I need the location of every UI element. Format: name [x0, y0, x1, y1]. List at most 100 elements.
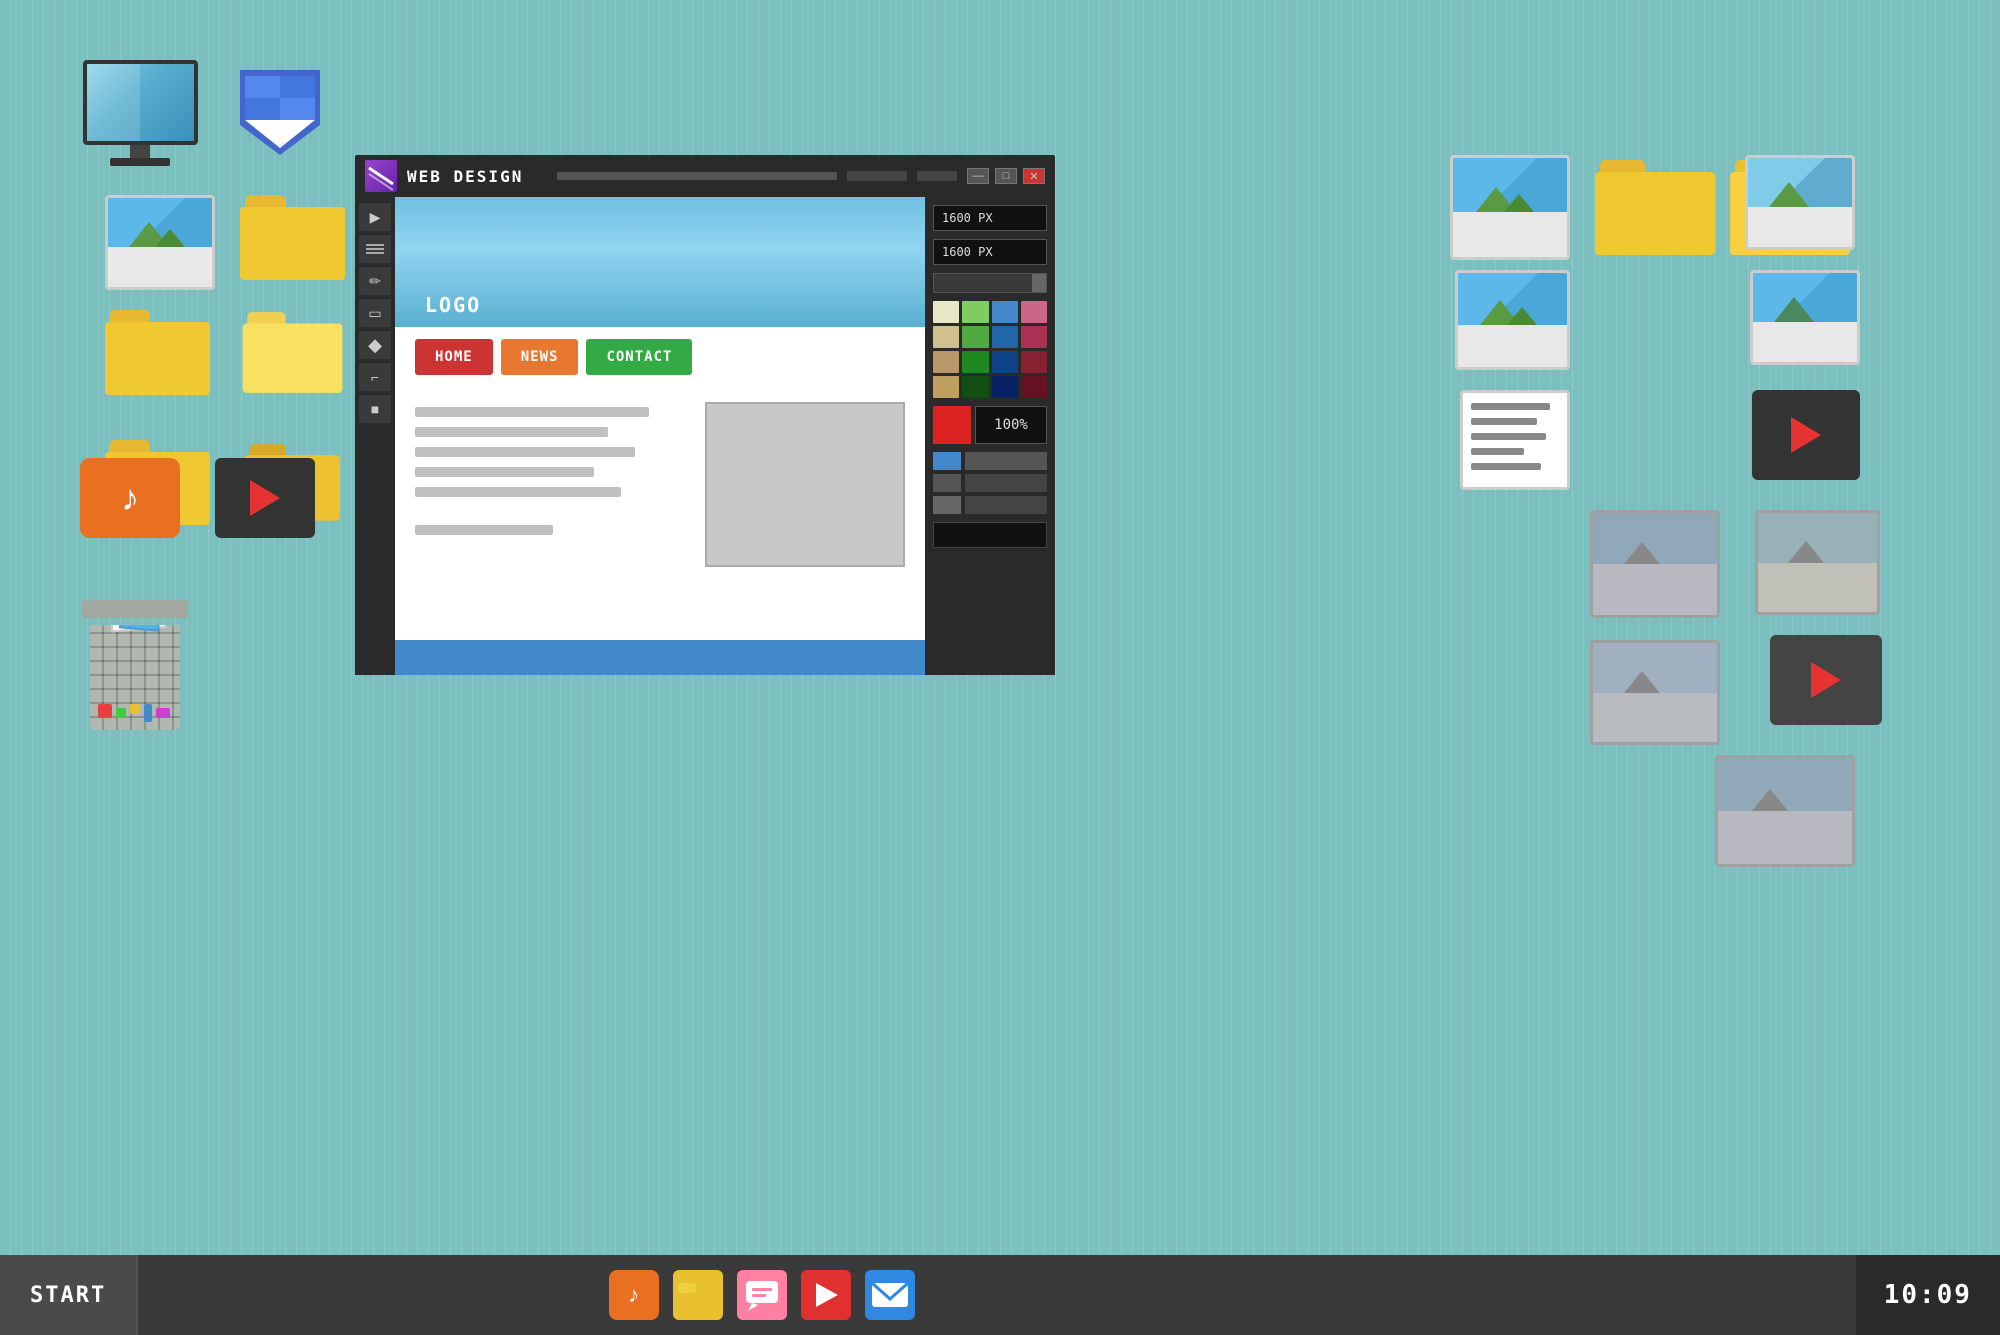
window-right-panel: 1600 PX 1600 PX	[925, 197, 1055, 675]
color-swatch-8[interactable]	[1021, 326, 1047, 348]
color-swatch-10[interactable]	[962, 351, 988, 373]
close-button[interactable]: ✕	[1023, 168, 1045, 184]
document-desktop-icon-r1[interactable]	[1460, 390, 1570, 490]
shield-desktop-icon[interactable]	[230, 55, 340, 165]
color-swatch-14[interactable]	[962, 376, 988, 398]
zoom-field[interactable]: 100%	[975, 406, 1047, 444]
layer-row-3	[933, 496, 1047, 514]
maximize-button[interactable]: □	[995, 168, 1017, 184]
taskbar-play-icon[interactable]	[801, 1270, 851, 1320]
taskbar-mail-icon[interactable]	[865, 1270, 915, 1320]
layer-bar-3	[965, 496, 1047, 514]
text-line-4	[415, 467, 594, 477]
website-canvas: LOGO HOME NEWS CONTACT	[395, 197, 925, 675]
layer-row-1	[933, 452, 1047, 470]
folder-desktop-icon-1[interactable]	[240, 195, 345, 280]
window-body: ▶ ✏ ▭ ◆ ⌐ ■ LOGO HOME NEWS	[355, 197, 1055, 675]
window-controls: — □ ✕	[967, 168, 1045, 184]
app-window: WEB DESIGN — □ ✕ ▶ ✏ ▭ ◆ ⌐ ■	[355, 155, 1055, 675]
site-text-column	[415, 402, 690, 567]
taskbar-chat-icon[interactable]	[737, 1270, 787, 1320]
color-swatch-9[interactable]	[933, 351, 959, 373]
window-titlebar: WEB DESIGN — □ ✕	[355, 155, 1055, 197]
taskbar-icons: ♪	[609, 1270, 915, 1320]
image-placeholder-r5	[1590, 510, 1720, 618]
layer-bar-2	[965, 474, 1047, 492]
color-swatch-12[interactable]	[1021, 351, 1047, 373]
site-logo: LOGO	[425, 293, 481, 317]
music-desktop-icon[interactable]: ♪	[80, 458, 180, 538]
nav-home[interactable]: HOME	[415, 339, 493, 375]
image-desktop-icon-1[interactable]	[105, 195, 215, 290]
tool-lines[interactable]	[359, 235, 391, 263]
tool-eraser[interactable]: ⌐	[359, 363, 391, 391]
taskbar-folder-icon[interactable]	[673, 1270, 723, 1320]
color-swatch-6[interactable]	[962, 326, 988, 348]
window-titlebar-spacer	[557, 172, 837, 180]
height-field[interactable]: 1600 PX	[933, 239, 1047, 265]
folder-desktop-icon-2[interactable]	[105, 310, 210, 395]
site-image-placeholder	[705, 402, 905, 567]
color-swatch-13[interactable]	[933, 376, 959, 398]
text-line-5	[415, 487, 621, 497]
youtube-desktop-icon-r1[interactable]	[1752, 390, 1860, 480]
taskbar-clock: 10:09	[1856, 1255, 2000, 1335]
minimize-button[interactable]: —	[967, 168, 989, 184]
color-swatch-2[interactable]	[962, 301, 988, 323]
layer-controls	[933, 452, 1047, 514]
image-desktop-icon-r4[interactable]	[1750, 270, 1860, 365]
start-button[interactable]: START	[0, 1255, 138, 1335]
tool-cursor[interactable]: ▶	[359, 203, 391, 231]
tool-rect[interactable]: ▭	[359, 299, 391, 327]
nav-news[interactable]: NEWS	[501, 339, 579, 375]
color-swatch-16[interactable]	[1021, 376, 1047, 398]
tool-square-small[interactable]: ■	[359, 395, 391, 423]
site-nav: HOME NEWS CONTACT	[395, 327, 925, 387]
youtube-desktop-icon-left[interactable]	[215, 458, 315, 538]
folder-desktop-icon-3[interactable]	[240, 310, 345, 395]
layer-bar-1	[965, 452, 1047, 470]
image-desktop-icon-r2[interactable]	[1745, 155, 1855, 250]
tool-diamond[interactable]: ◆	[359, 331, 391, 359]
color-swatch-15[interactable]	[992, 376, 1018, 398]
text-line-1	[415, 407, 649, 417]
zoom-red-box	[933, 406, 971, 444]
scroll-control[interactable]	[933, 273, 1047, 293]
text-line-6	[415, 525, 553, 535]
layer-thumb-1	[933, 452, 961, 470]
width-field[interactable]: 1600 PX	[933, 205, 1047, 231]
image-placeholder-r6	[1755, 510, 1880, 615]
panel-black-box	[933, 522, 1047, 548]
color-swatch-11[interactable]	[992, 351, 1018, 373]
layer-thumb-3	[933, 496, 961, 514]
site-footer	[395, 640, 925, 675]
window-toolbar: ▶ ✏ ▭ ◆ ⌐ ■	[355, 197, 395, 675]
titlebar-bar1	[847, 171, 907, 181]
color-swatch-3[interactable]	[992, 301, 1018, 323]
nav-contact[interactable]: CONTACT	[586, 339, 692, 375]
layer-row-2	[933, 474, 1047, 492]
image-placeholder-r7	[1590, 640, 1720, 745]
text-line-3	[415, 447, 635, 457]
image-desktop-icon-r1[interactable]	[1450, 155, 1570, 260]
color-swatch-4[interactable]	[1021, 301, 1047, 323]
color-swatch-5[interactable]	[933, 326, 959, 348]
image-desktop-icon-r3[interactable]	[1455, 270, 1570, 370]
titlebar-bar2	[917, 171, 957, 181]
monitor-desktop-icon[interactable]	[80, 60, 210, 180]
color-palette	[933, 301, 1047, 398]
color-swatch-7[interactable]	[992, 326, 1018, 348]
zoom-row: 100%	[933, 406, 1047, 444]
folder-desktop-icon-r1[interactable]	[1595, 160, 1715, 255]
site-content	[395, 387, 925, 582]
tool-pen[interactable]: ✏	[359, 267, 391, 295]
layer-thumb-2	[933, 474, 961, 492]
taskbar: START ♪	[0, 1255, 2000, 1335]
text-line-2	[415, 427, 608, 437]
trash-desktop-icon[interactable]	[80, 600, 190, 730]
taskbar-music-icon[interactable]: ♪	[609, 1270, 659, 1320]
image-placeholder-r8	[1715, 755, 1855, 867]
window-title: WEB DESIGN	[407, 167, 547, 186]
youtube-desktop-icon-r2[interactable]	[1770, 635, 1882, 725]
color-swatch-1[interactable]	[933, 301, 959, 323]
